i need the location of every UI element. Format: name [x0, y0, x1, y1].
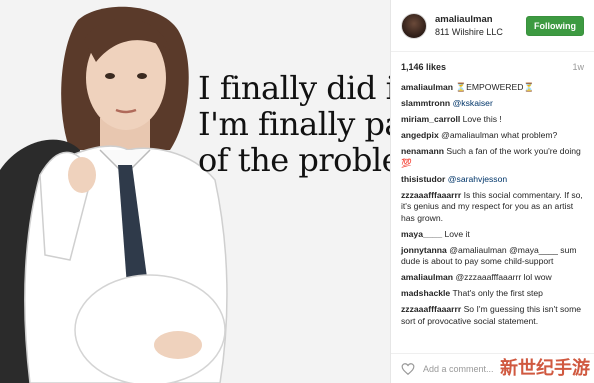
- image-caption: I finally did it. I'm finally part of th…: [198, 69, 390, 179]
- add-comment-input[interactable]: Add a comment...: [423, 364, 494, 374]
- caption-line: I finally did it.: [198, 69, 390, 107]
- comment: zzzaaafffaaarrr Is this social commentar…: [401, 190, 584, 225]
- comment-text: ⏳EMPOWERED⏳: [455, 82, 535, 92]
- comment: jonnytanna @amaliaulman @maya____ sum du…: [401, 245, 584, 268]
- comment-username[interactable]: madshackle: [401, 288, 450, 298]
- comment-list: amaliaulman ⏳EMPOWERED⏳ slammtronn @kska…: [391, 82, 594, 327]
- comment: nenamann Such a fan of the work you're d…: [401, 146, 584, 169]
- comment-text[interactable]: @sarahvjesson: [448, 174, 507, 184]
- comment-username[interactable]: slammtronn: [401, 98, 450, 108]
- comment-username[interactable]: zzzaaafffaaarrr: [401, 190, 461, 200]
- comment-username[interactable]: amaliaulman: [401, 82, 453, 92]
- comment-text: @amaliaulman what problem?: [441, 130, 558, 140]
- post-photo-illustration: [0, 0, 390, 383]
- comment-text: Love it: [444, 228, 470, 239]
- comment: miriam_carroll Love this !: [401, 114, 584, 126]
- likes-count[interactable]: 1,146 likes: [401, 62, 446, 72]
- post-age: 1w: [572, 62, 584, 72]
- post-header: amaliaulman 811 Wilshire LLC Following: [391, 0, 594, 52]
- comment-text: @zzzaaafffaaarrr lol wow: [455, 272, 552, 282]
- comment: zzzaaafffaaarrr So I'm guessing this isn…: [401, 304, 584, 327]
- post-stats: 1,146 likes 1w: [391, 52, 594, 82]
- comment-username[interactable]: angedpix: [401, 130, 439, 140]
- comment: amaliaulman ⏳EMPOWERED⏳: [401, 82, 584, 94]
- comment: amaliaulman @zzzaaafffaaarrr lol wow: [401, 272, 584, 284]
- comment: maya____ Love it: [401, 229, 584, 241]
- header-text: amaliaulman 811 Wilshire LLC: [435, 14, 526, 37]
- following-button[interactable]: Following: [526, 15, 584, 36]
- watermark: 新世纪手游: [500, 358, 590, 379]
- comment-username[interactable]: miriam_carroll: [401, 114, 460, 124]
- comment-username[interactable]: zzzaaafffaaarrr: [401, 304, 461, 314]
- comment: madshackle That's only the first step: [401, 288, 584, 300]
- heart-icon[interactable]: [401, 362, 415, 376]
- comment-username[interactable]: jonnytanna: [401, 245, 447, 255]
- post-sidebar: amaliaulman 811 Wilshire LLC Following 1…: [390, 0, 594, 383]
- comment-username[interactable]: amaliaulman: [401, 272, 453, 282]
- comment-text: That's only the first step: [452, 288, 543, 298]
- location-link[interactable]: 811 Wilshire LLC: [435, 27, 526, 37]
- comment-text: Love this !: [462, 114, 502, 124]
- comment-username[interactable]: nenamann: [401, 146, 444, 156]
- caption-line: I'm finally part: [198, 105, 390, 143]
- comment: slammtronn @kskaiser: [401, 98, 584, 110]
- caption-line: of the problem.: [198, 141, 390, 179]
- avatar[interactable]: [401, 12, 427, 39]
- username-link[interactable]: amaliaulman: [435, 14, 526, 25]
- comment-username[interactable]: maya____: [401, 229, 442, 239]
- comment-username[interactable]: thisistudor: [401, 174, 445, 184]
- comment: thisistudor @sarahvjesson: [401, 174, 584, 186]
- post-image[interactable]: I finally did it. I'm finally part of th…: [0, 0, 390, 383]
- comment: angedpix @amaliaulman what problem?: [401, 130, 584, 142]
- comment-text[interactable]: @kskaiser: [453, 98, 493, 108]
